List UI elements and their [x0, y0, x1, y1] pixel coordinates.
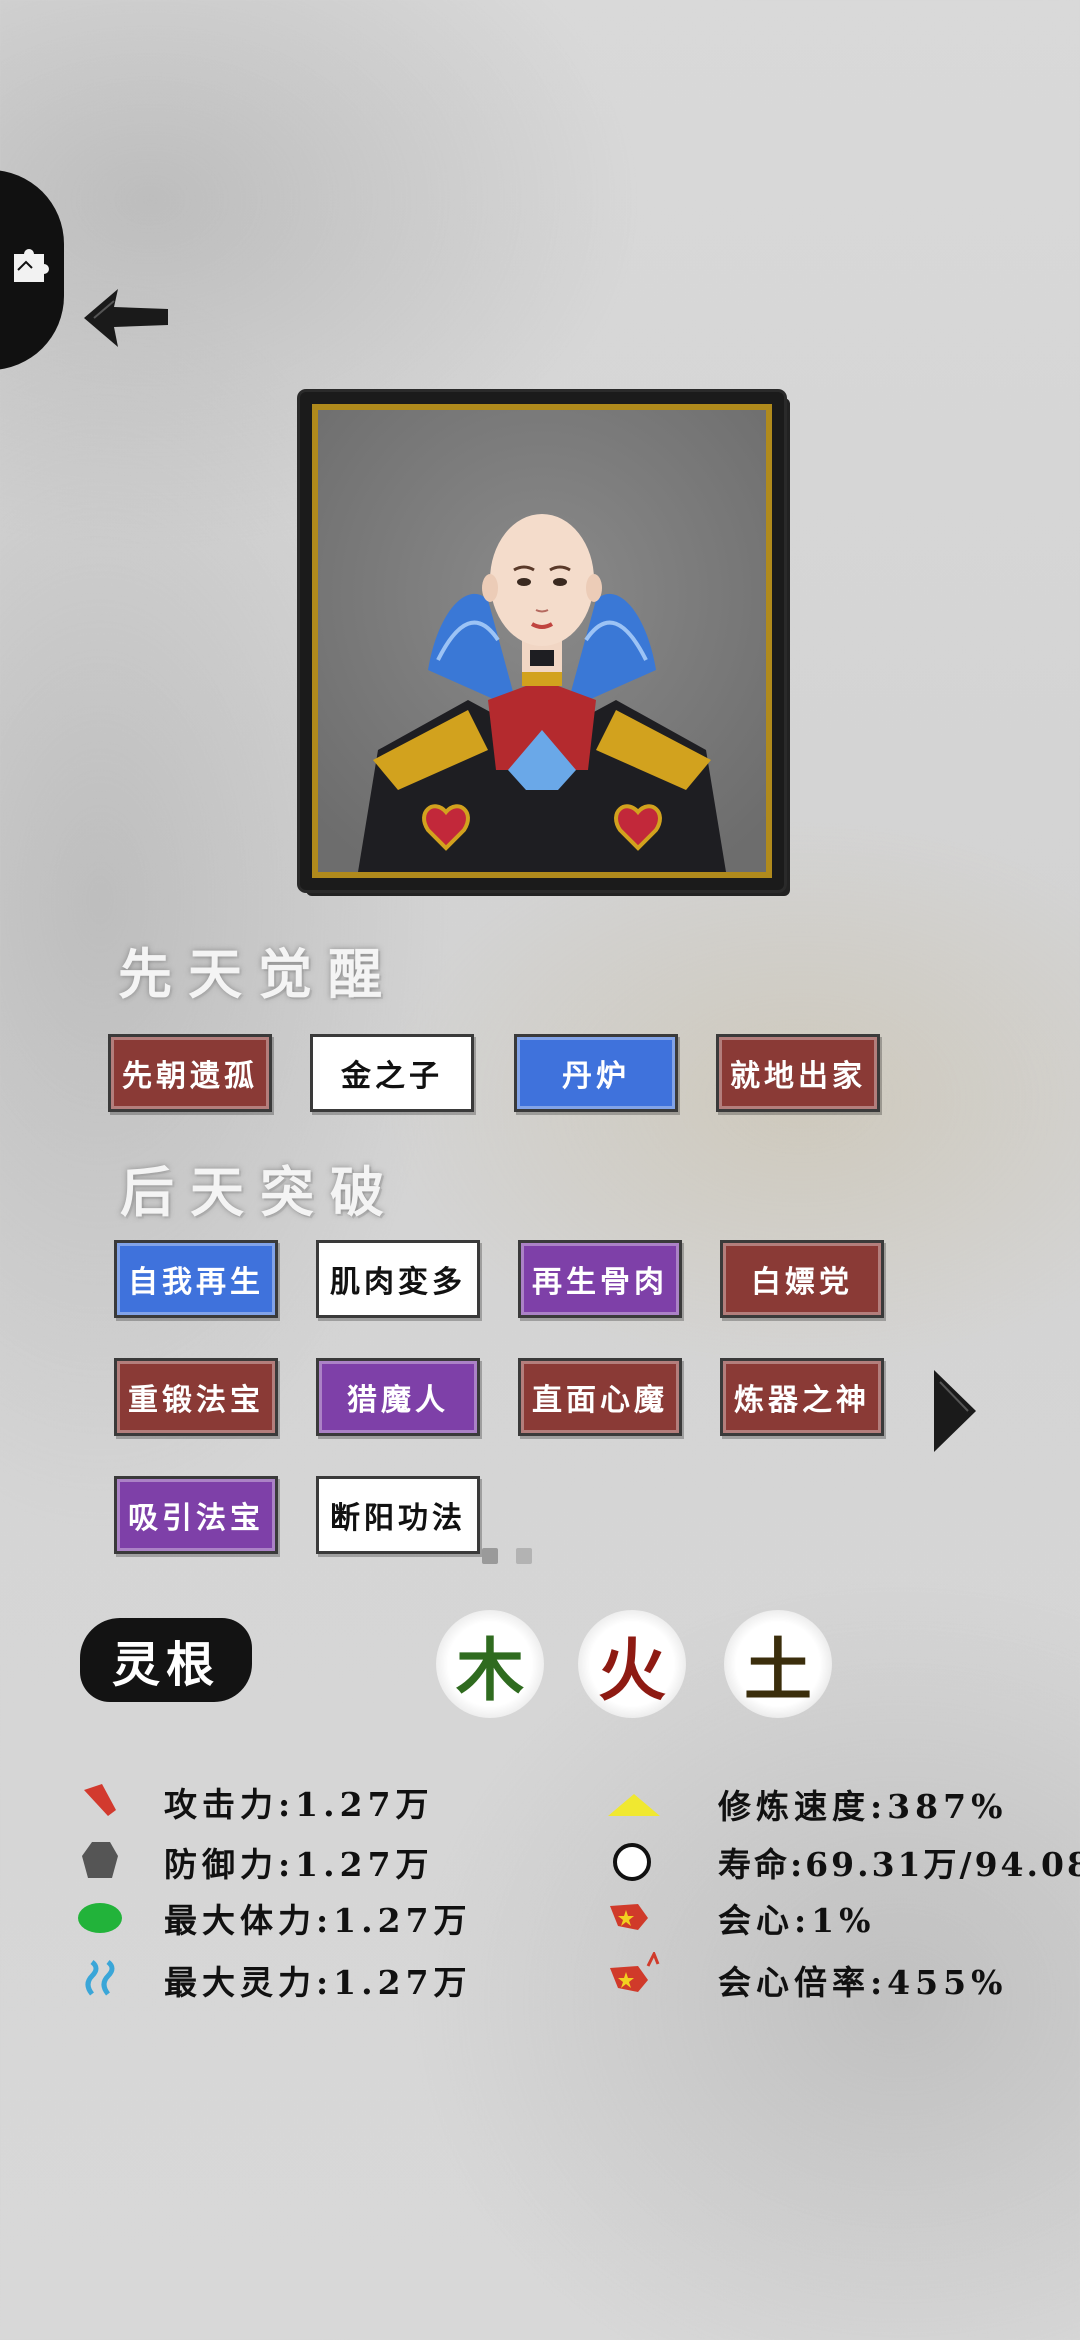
acquired-breakthrough-title: 后天突破 — [120, 1160, 400, 1224]
page-indicator-2[interactable] — [516, 1548, 532, 1564]
stat-max-spirit: 最大灵力:1.27万 — [164, 1963, 472, 2002]
acquired-tag-3[interactable]: 再生骨肉 — [518, 1240, 682, 1318]
innate-tag-4[interactable]: 就地出家 — [716, 1034, 880, 1112]
crit-rate-icon — [610, 1952, 660, 1992]
acquired-tag-6[interactable]: 猎魔人 — [316, 1358, 480, 1436]
stat-lifespan: 寿命:69.31万/94.08万 — [718, 1845, 1080, 1884]
attack-icon — [84, 1784, 116, 1816]
innate-tag-3[interactable]: 丹炉 — [514, 1034, 678, 1112]
crit-icon — [610, 1904, 648, 1930]
innate-awakening-title: 先天觉醒 — [118, 942, 398, 1006]
acquired-tag-5[interactable]: 重锻法宝 — [114, 1358, 278, 1436]
stat-cultivation-speed: 修炼速度:387% — [718, 1787, 1008, 1826]
puzzle-icon[interactable] — [8, 240, 54, 286]
page-indicator-1[interactable] — [482, 1548, 498, 1564]
portrait-inner-frame — [312, 404, 772, 878]
acquired-tag-10[interactable]: 断阳功法 — [316, 1476, 480, 1554]
character-portrait-frame — [300, 392, 784, 890]
acquired-tag-4[interactable]: 白嫖党 — [720, 1240, 884, 1318]
innate-tag-1[interactable]: 先朝遗孤 — [108, 1034, 272, 1112]
stat-defense: 防御力:1.27万 — [164, 1845, 434, 1884]
stat-attack: 攻击力:1.27万 — [164, 1785, 434, 1824]
spirit-icon — [85, 1960, 115, 1996]
defense-icon — [82, 1842, 118, 1878]
stat-crit: 会心:1% — [718, 1901, 876, 1940]
acquired-tag-1[interactable]: 自我再生 — [114, 1240, 278, 1318]
acquired-tag-2[interactable]: 肌肉変多 — [316, 1240, 480, 1318]
character-portrait — [318, 410, 766, 872]
element-wood: 木 — [436, 1610, 544, 1718]
health-icon — [78, 1903, 122, 1933]
stat-max-health: 最大体力:1.27万 — [164, 1901, 472, 1940]
acquired-tag-7[interactable]: 直面心魔 — [518, 1358, 682, 1436]
element-earth: 土 — [724, 1610, 832, 1718]
innate-tag-2[interactable]: 金之子 — [310, 1034, 474, 1112]
acquired-tag-9[interactable]: 吸引法宝 — [114, 1476, 278, 1554]
stat-crit-rate: 会心倍率:455% — [718, 1963, 1008, 2002]
cultivation-speed-icon — [608, 1794, 660, 1816]
element-fire: 火 — [578, 1610, 686, 1718]
acquired-tag-8[interactable]: 炼器之神 — [720, 1358, 884, 1436]
spirit-root-label: 灵根 — [80, 1618, 252, 1702]
lifespan-icon — [613, 1843, 651, 1881]
chevron-right-icon[interactable] — [930, 1366, 978, 1456]
back-arrow-icon[interactable] — [80, 285, 172, 351]
